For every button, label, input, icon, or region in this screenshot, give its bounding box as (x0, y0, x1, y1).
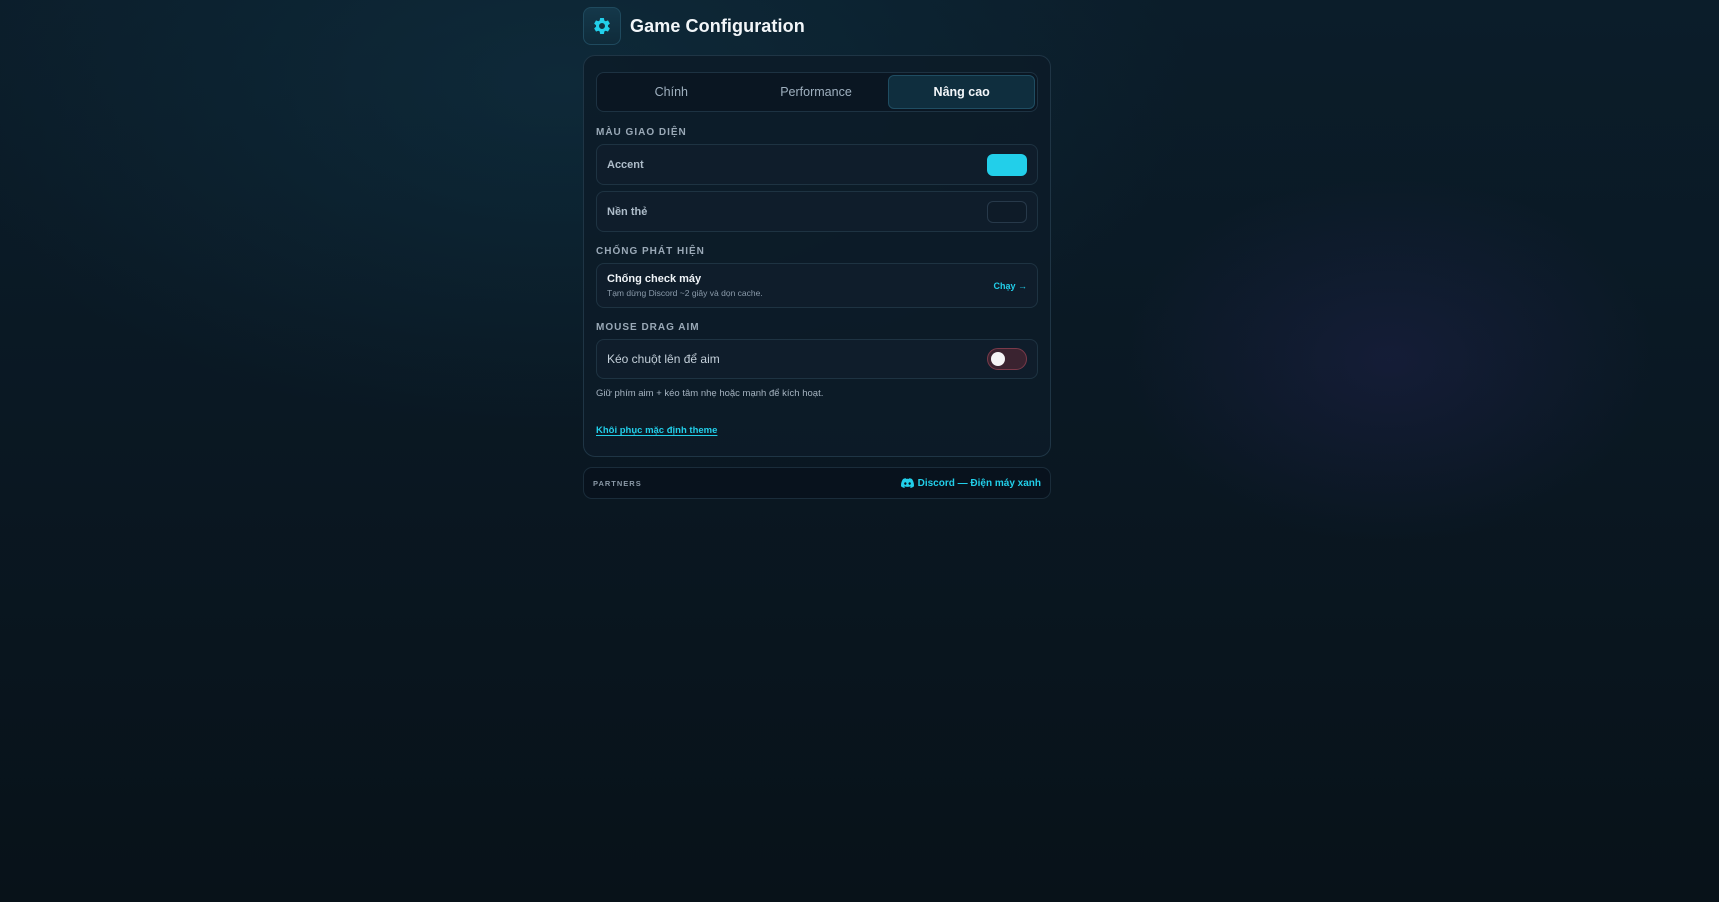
reset-theme-link[interactable]: Khôi phục mặc định theme (596, 425, 717, 436)
page-title: Game Configuration (630, 15, 805, 36)
tab-advanced[interactable]: Nâng cao (888, 75, 1036, 109)
mouse-drag-row: Kéo chuột lên để aim (596, 339, 1038, 379)
card-bg-color-row: Nền thẻ (596, 191, 1038, 232)
run-button[interactable]: Chạy → (993, 281, 1027, 291)
tab-main[interactable]: Chính (599, 75, 744, 109)
mouse-drag-hint: Giữ phím aim + kéo tâm nhẹ hoặc mạnh để … (596, 388, 824, 399)
partner-discord-label: Discord — Điện máy xanh (917, 477, 1041, 489)
tab-performance[interactable]: Performance (744, 75, 889, 109)
anti-check-subtitle: Tạm dừng Discord ~2 giây và dọn cache. (607, 288, 763, 298)
section-title-anti-detect: Chống phát hiện (596, 246, 705, 257)
section-title-theme-colors: Màu giao diện (596, 127, 687, 138)
accent-color-row: Accent (596, 144, 1038, 185)
anti-check-row: Chống check máy Tạm dừng Discord ~2 giây… (596, 263, 1038, 308)
mouse-drag-toggle[interactable] (987, 348, 1027, 370)
reset-container: Khôi phục mặc định theme (596, 420, 1038, 438)
partners-bar: PARTNERS Discord — Điện máy xanh (583, 467, 1051, 499)
discord-icon (900, 478, 914, 488)
partner-discord-link[interactable]: Discord — Điện máy xanh (900, 477, 1041, 489)
anti-check-text: Chống check máy Tạm dừng Discord ~2 giây… (607, 273, 763, 298)
accent-color-swatch[interactable] (987, 153, 1027, 176)
section-title-mouse-drag: Mouse drag aim (596, 322, 700, 333)
anti-check-title: Chống check máy (607, 273, 702, 285)
tab-bar: Chính Performance Nâng cao (596, 72, 1038, 112)
card-bg-color-swatch[interactable] (987, 200, 1027, 223)
card-bg-color-label: Nền thẻ (607, 205, 648, 218)
mouse-drag-label: Kéo chuột lên để aim (607, 352, 720, 366)
gear-icon (594, 17, 610, 34)
partners-label: PARTNERS (593, 478, 642, 488)
settings-logo (583, 7, 621, 45)
toggle-knob (991, 352, 1005, 366)
settings-panel: Chính Performance Nâng cao Màu giao diện… (583, 55, 1051, 457)
accent-color-label: Accent (607, 158, 644, 171)
page-header: Game Configuration (583, 6, 805, 46)
